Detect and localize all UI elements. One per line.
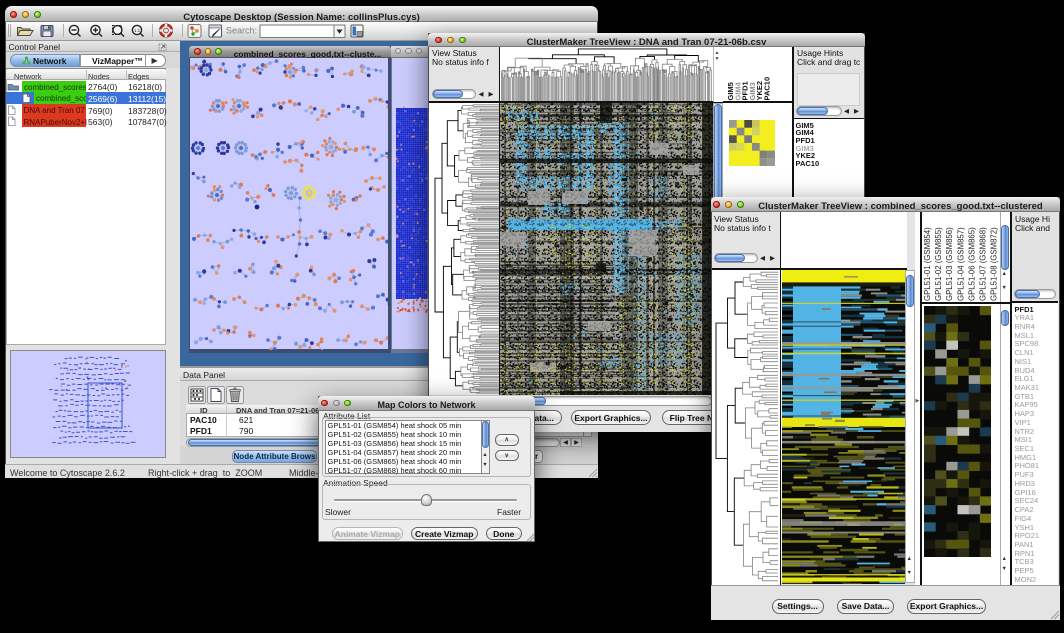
svg-text:GPL51-02 (GSM855): GPL51-02 (GSM855) <box>934 226 943 300</box>
svg-text:GPL51-08 (GSM872): GPL51-08 (GSM872) <box>989 226 998 300</box>
svg-text:PAC10: PAC10 <box>763 76 772 100</box>
svg-text:GPL51-07 (GSM868): GPL51-07 (GSM868) <box>978 226 987 300</box>
svg-text:GPL51-06 (GSM865): GPL51-06 (GSM865) <box>967 226 976 300</box>
svg-text:GPL51-04 (GSM857): GPL51-04 (GSM857) <box>956 226 965 300</box>
svg-text:GPL51-01 (GSM854): GPL51-01 (GSM854) <box>923 226 932 300</box>
svg-text:Search:: Search: <box>226 26 257 36</box>
svg-text:GPL51-03 (GSM856): GPL51-03 (GSM856) <box>945 226 954 300</box>
svg-text:1:1: 1:1 <box>134 28 141 33</box>
